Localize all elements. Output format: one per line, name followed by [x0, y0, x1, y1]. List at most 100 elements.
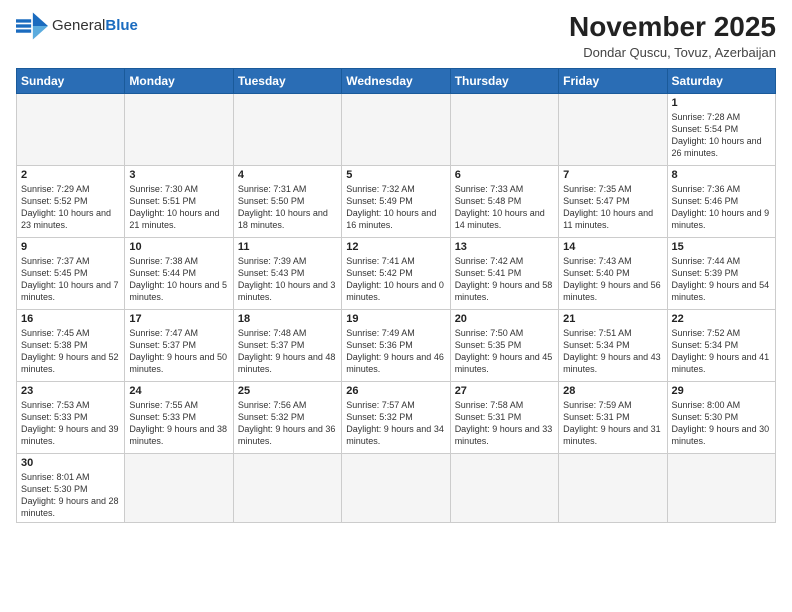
- weekday-wednesday: Wednesday: [342, 68, 450, 93]
- day-number: 7: [563, 169, 662, 181]
- day-info: Sunrise: 7:59 AM Sunset: 5:31 PM Dayligh…: [563, 399, 662, 448]
- day-cell: 26 Sunrise: 7:57 AM Sunset: 5:32 PM Dayli…: [342, 381, 450, 453]
- weekday-thursday: Thursday: [450, 68, 558, 93]
- week-row-5: 30 Sunrise: 8:01 AM Sunset: 5:30 PM Dayli…: [17, 453, 776, 523]
- day-cell: 10Sunrise: 7:38 AM Sunset: 5:44 PM Dayli…: [125, 237, 233, 309]
- day-info: Sunrise: 7:31 AM Sunset: 5:50 PM Dayligh…: [238, 183, 337, 232]
- day-info: Sunrise: 7:53 AM Sunset: 5:33 PM Dayligh…: [21, 399, 120, 448]
- day-number: 28: [563, 385, 662, 397]
- day-cell: 6 Sunrise: 7:33 AM Sunset: 5:48 PM Daylig…: [450, 165, 558, 237]
- day-number: 6: [455, 169, 554, 181]
- day-number: 21: [563, 313, 662, 325]
- day-cell: 15 Sunrise: 7:44 AM Sunset: 5:39 PM Dayli…: [667, 237, 775, 309]
- day-cell: 27 Sunrise: 7:58 AM Sunset: 5:31 PM Dayli…: [450, 381, 558, 453]
- week-row-3: 16Sunrise: 7:45 AM Sunset: 5:38 PM Dayli…: [17, 309, 776, 381]
- day-info: Sunrise: 7:43 AM Sunset: 5:40 PM Dayligh…: [563, 255, 662, 304]
- day-info: Sunrise: 7:44 AM Sunset: 5:39 PM Dayligh…: [672, 255, 771, 304]
- day-info: Sunrise: 7:37 AM Sunset: 5:45 PM Dayligh…: [21, 255, 120, 304]
- day-info: Sunrise: 7:49 AM Sunset: 5:36 PM Dayligh…: [346, 327, 445, 376]
- weekday-saturday: Saturday: [667, 68, 775, 93]
- day-cell: [559, 453, 667, 523]
- day-cell: 2Sunrise: 7:29 AM Sunset: 5:52 PM Daylig…: [17, 165, 125, 237]
- week-row-1: 2Sunrise: 7:29 AM Sunset: 5:52 PM Daylig…: [17, 165, 776, 237]
- day-cell: 8Sunrise: 7:36 AM Sunset: 5:46 PM Daylig…: [667, 165, 775, 237]
- day-cell: 9Sunrise: 7:37 AM Sunset: 5:45 PM Daylig…: [17, 237, 125, 309]
- day-info: Sunrise: 7:42 AM Sunset: 5:41 PM Dayligh…: [455, 255, 554, 304]
- weekday-tuesday: Tuesday: [233, 68, 341, 93]
- day-cell: [342, 93, 450, 165]
- day-cell: 13Sunrise: 7:42 AM Sunset: 5:41 PM Dayli…: [450, 237, 558, 309]
- weekday-sunday: Sunday: [17, 68, 125, 93]
- header: GeneralBlue November 2025 Dondar Quscu, …: [16, 12, 776, 60]
- day-cell: 12Sunrise: 7:41 AM Sunset: 5:42 PM Dayli…: [342, 237, 450, 309]
- day-cell: [342, 453, 450, 523]
- day-info: Sunrise: 7:55 AM Sunset: 5:33 PM Dayligh…: [129, 399, 228, 448]
- day-info: Sunrise: 7:39 AM Sunset: 5:43 PM Dayligh…: [238, 255, 337, 304]
- day-number: 22: [672, 313, 771, 325]
- day-cell: 14 Sunrise: 7:43 AM Sunset: 5:40 PM Dayli…: [559, 237, 667, 309]
- day-number: 19: [346, 313, 445, 325]
- day-info: Sunrise: 8:01 AM Sunset: 5:30 PM Dayligh…: [21, 471, 120, 520]
- day-number: 27: [455, 385, 554, 397]
- logo-text: GeneralBlue: [52, 17, 138, 35]
- logo-icon: [16, 12, 48, 40]
- week-row-2: 9Sunrise: 7:37 AM Sunset: 5:45 PM Daylig…: [17, 237, 776, 309]
- day-cell: 17Sunrise: 7:47 AM Sunset: 5:37 PM Dayli…: [125, 309, 233, 381]
- title-block: November 2025 Dondar Quscu, Tovuz, Azerb…: [569, 12, 776, 60]
- calendar: SundayMondayTuesdayWednesdayThursdayFrid…: [16, 68, 776, 524]
- day-number: 3: [129, 169, 228, 181]
- day-cell: [450, 453, 558, 523]
- day-info: Sunrise: 7:45 AM Sunset: 5:38 PM Dayligh…: [21, 327, 120, 376]
- day-number: 5: [346, 169, 445, 181]
- day-info: Sunrise: 7:58 AM Sunset: 5:31 PM Dayligh…: [455, 399, 554, 448]
- month-year: November 2025: [569, 12, 776, 43]
- day-cell: 29 Sunrise: 8:00 AM Sunset: 5:30 PM Dayli…: [667, 381, 775, 453]
- day-info: Sunrise: 7:57 AM Sunset: 5:32 PM Dayligh…: [346, 399, 445, 448]
- day-number: 24: [129, 385, 228, 397]
- day-cell: 28 Sunrise: 7:59 AM Sunset: 5:31 PM Dayli…: [559, 381, 667, 453]
- day-number: 11: [238, 241, 337, 253]
- day-number: 17: [129, 313, 228, 325]
- day-cell: [233, 453, 341, 523]
- day-cell: [667, 453, 775, 523]
- day-cell: 3Sunrise: 7:30 AM Sunset: 5:51 PM Daylig…: [125, 165, 233, 237]
- day-number: 8: [672, 169, 771, 181]
- day-cell: 20Sunrise: 7:50 AM Sunset: 5:35 PM Dayli…: [450, 309, 558, 381]
- day-cell: 24 Sunrise: 7:55 AM Sunset: 5:33 PM Dayli…: [125, 381, 233, 453]
- day-cell: 30 Sunrise: 8:01 AM Sunset: 5:30 PM Dayli…: [17, 453, 125, 523]
- day-cell: 23Sunrise: 7:53 AM Sunset: 5:33 PM Dayli…: [17, 381, 125, 453]
- day-info: Sunrise: 7:33 AM Sunset: 5:48 PM Dayligh…: [455, 183, 554, 232]
- day-cell: 18Sunrise: 7:48 AM Sunset: 5:37 PM Dayli…: [233, 309, 341, 381]
- day-number: 29: [672, 385, 771, 397]
- day-cell: [125, 93, 233, 165]
- day-cell: 5 Sunrise: 7:32 AM Sunset: 5:49 PM Daylig…: [342, 165, 450, 237]
- day-cell: 25 Sunrise: 7:56 AM Sunset: 5:32 PM Dayli…: [233, 381, 341, 453]
- day-number: 20: [455, 313, 554, 325]
- day-cell: 19 Sunrise: 7:49 AM Sunset: 5:36 PM Dayli…: [342, 309, 450, 381]
- day-number: 1: [672, 97, 771, 109]
- day-cell: 11 Sunrise: 7:39 AM Sunset: 5:43 PM Dayli…: [233, 237, 341, 309]
- day-info: Sunrise: 7:32 AM Sunset: 5:49 PM Dayligh…: [346, 183, 445, 232]
- day-number: 2: [21, 169, 120, 181]
- day-number: 30: [21, 457, 120, 469]
- day-number: 12: [346, 241, 445, 253]
- day-number: 18: [238, 313, 337, 325]
- logo: GeneralBlue: [16, 12, 138, 40]
- day-info: Sunrise: 7:52 AM Sunset: 5:34 PM Dayligh…: [672, 327, 771, 376]
- day-cell: 21Sunrise: 7:51 AM Sunset: 5:34 PM Dayli…: [559, 309, 667, 381]
- day-cell: [125, 453, 233, 523]
- weekday-header-row: SundayMondayTuesdayWednesdayThursdayFrid…: [17, 68, 776, 93]
- week-row-0: 1Sunrise: 7:28 AM Sunset: 5:54 PM Daylig…: [17, 93, 776, 165]
- day-cell: [233, 93, 341, 165]
- day-cell: 16Sunrise: 7:45 AM Sunset: 5:38 PM Dayli…: [17, 309, 125, 381]
- day-number: 15: [672, 241, 771, 253]
- day-number: 4: [238, 169, 337, 181]
- day-number: 26: [346, 385, 445, 397]
- day-info: Sunrise: 7:56 AM Sunset: 5:32 PM Dayligh…: [238, 399, 337, 448]
- day-number: 10: [129, 241, 228, 253]
- day-cell: [450, 93, 558, 165]
- day-info: Sunrise: 8:00 AM Sunset: 5:30 PM Dayligh…: [672, 399, 771, 448]
- day-number: 14: [563, 241, 662, 253]
- day-cell: [17, 93, 125, 165]
- day-number: 25: [238, 385, 337, 397]
